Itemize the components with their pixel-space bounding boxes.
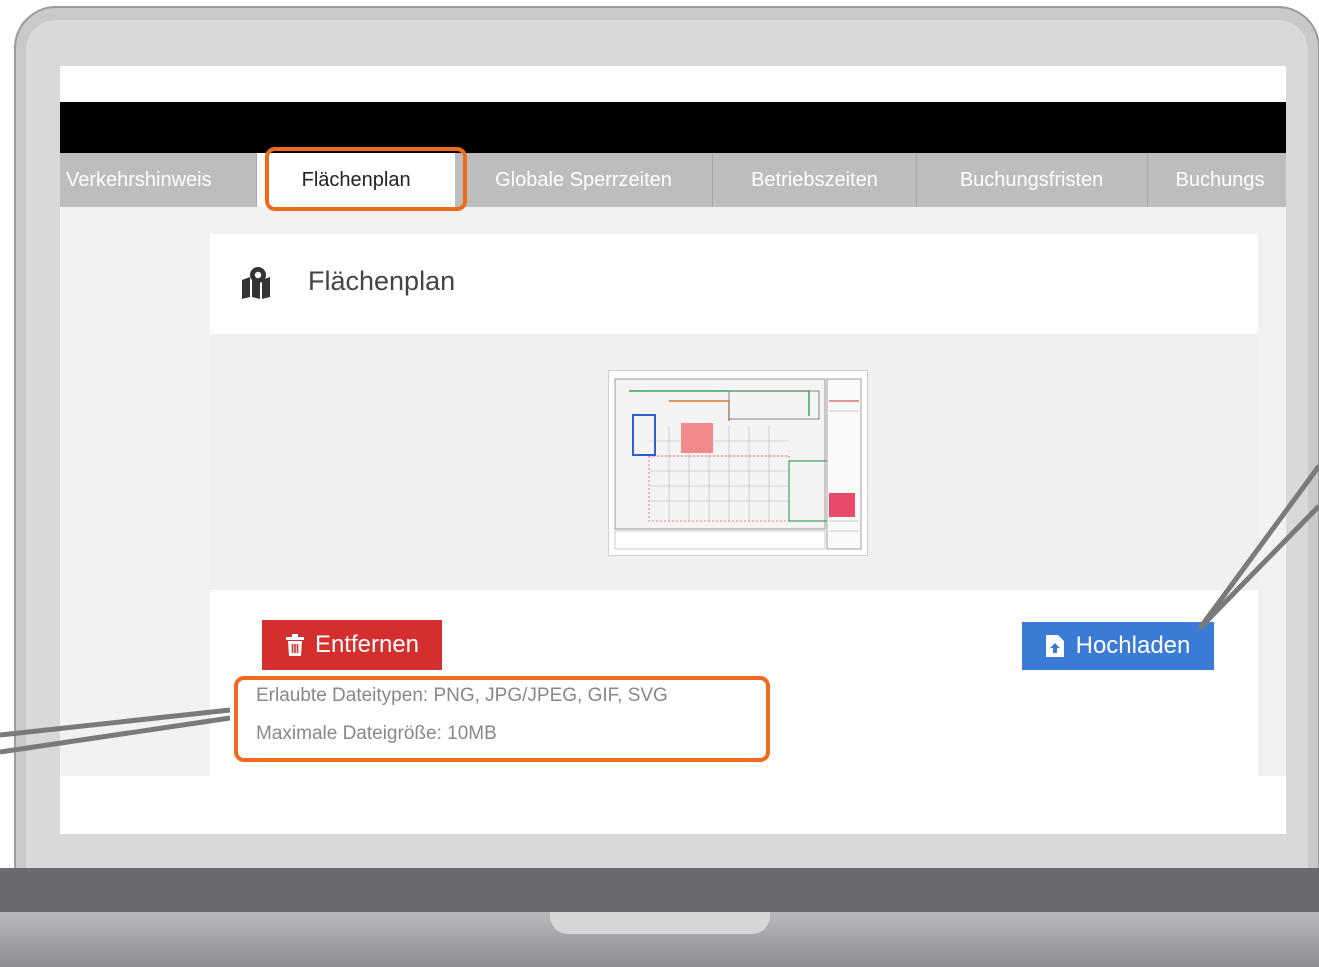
max-file-size-hint: Maximale Dateigröße: 10MB [256,723,497,744]
tab-globale-sperrzeiten[interactable]: Globale Sperrzeiten [455,153,714,207]
remove-button-label: Entfernen [314,631,420,658]
screen-bottom [60,776,1286,834]
tab-bar: Verkehrshinweis Flächenplan Globale Sper… [60,153,1286,207]
allowed-file-types-hint: Erlaubte Dateitypen: PNG, JPG/JPEG, GIF,… [256,685,668,706]
panel-header: Flächenplan [210,234,1258,334]
preview-area [210,334,1258,590]
tab-buchungs[interactable]: Buchungs [1148,153,1287,207]
app-screen: Verkehrshinweis Flächenplan Globale Sper… [60,66,1286,834]
file-upload-icon [1045,635,1064,657]
laptop-hinge [0,868,1319,912]
remove-button[interactable]: Entfernen [262,620,442,670]
app-header-bar [60,102,1286,153]
upload-button-label: Hochladen [1075,632,1191,659]
tab-buchungsfristen[interactable]: Buchungsfristen [917,153,1148,207]
floor-plan-thumbnail[interactable] [608,370,868,556]
tab-flaechenplan[interactable]: Flächenplan [257,153,455,207]
upload-button[interactable]: Hochladen [1022,622,1214,670]
page-title: Flächenplan [308,266,456,296]
tab-betriebszeiten[interactable]: Betriebszeiten [713,153,917,207]
tab-verkehrshinweis[interactable]: Verkehrshinweis [60,153,258,207]
trash-icon [285,634,304,656]
browser-top [60,66,1286,102]
upload-panel: Entfernen Hochladen Erlaubte Dateitypen:… [210,590,1258,776]
laptop-notch [550,912,770,934]
map-marker-icon [242,267,270,299]
